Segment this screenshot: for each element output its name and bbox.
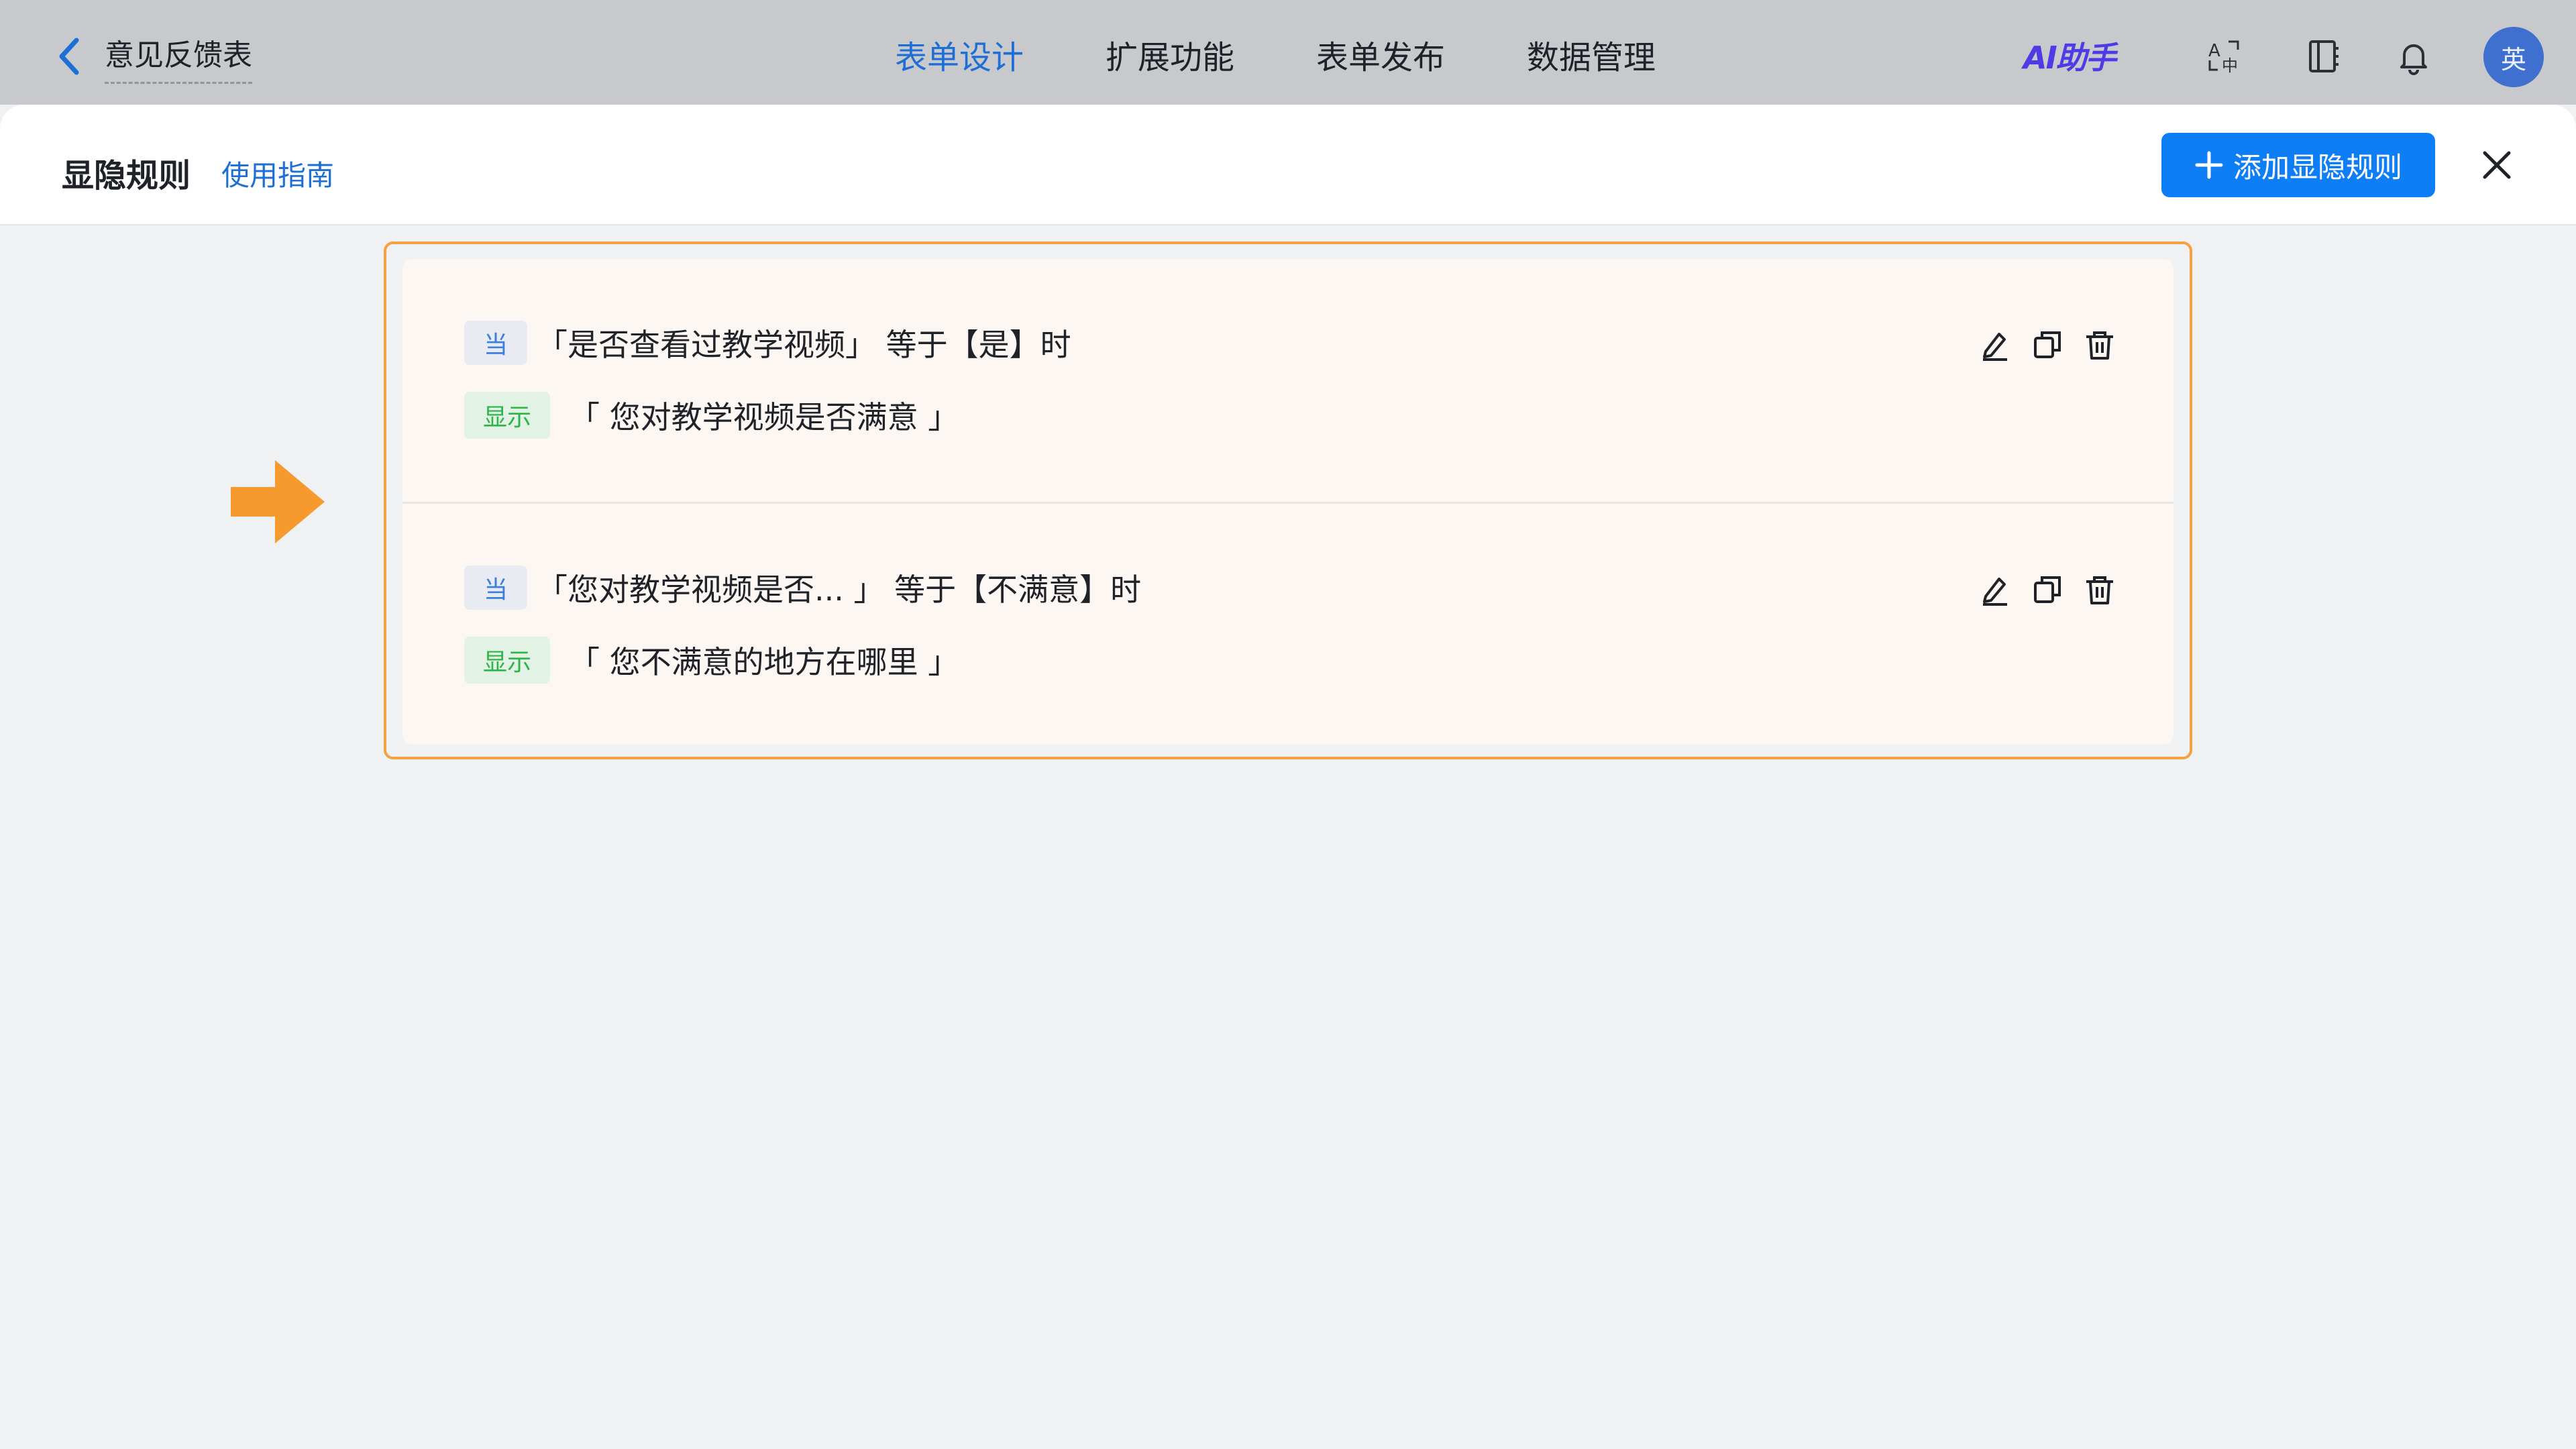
- rules-list: 当 「是否查看过教学视频」 等于【是】时 显示 「 您对教学视频是否满意 」 当…: [402, 259, 2174, 745]
- rule-item[interactable]: 当 「是否查看过教学视频」 等于【是】时 显示 「 您对教学视频是否满意 」: [402, 259, 2174, 502]
- svg-text:A: A: [2208, 41, 2220, 61]
- translate-button[interactable]: A 中: [2203, 35, 2246, 78]
- edit-icon: [1983, 578, 2007, 606]
- copy-rule-button[interactable]: [2029, 571, 2066, 608]
- when-tag: 当: [464, 321, 527, 365]
- user-avatar[interactable]: 英: [2483, 27, 2544, 87]
- add-rule-label: 添加显隐规则: [2233, 150, 2402, 184]
- delete-rule-button[interactable]: [2081, 571, 2118, 608]
- copy-icon: [2034, 576, 2061, 603]
- tab-form-design[interactable]: 表单设计: [895, 38, 1024, 78]
- rule-condition: 「是否查看过教学视频」 等于【是】时: [537, 327, 1071, 363]
- copy-rule-button[interactable]: [2029, 326, 2066, 364]
- rule-actions: [1976, 571, 2118, 608]
- copy-icon: [2034, 331, 2061, 358]
- show-tag: 显示: [464, 392, 550, 439]
- panel-title: 显隐规则: [62, 157, 191, 195]
- close-button[interactable]: [2477, 145, 2517, 185]
- trash-icon: [2086, 576, 2113, 604]
- visibility-rules-panel: 显隐规则 使用指南 添加显隐规则 当 「是否查看过教学视频」 等于【是】时 显示…: [0, 105, 2576, 1449]
- panel-header: 显隐规则 使用指南 添加显隐规则: [0, 105, 2576, 225]
- notification-button[interactable]: [2392, 35, 2435, 78]
- edit-icon: [1983, 333, 2007, 361]
- ai-assistant-button[interactable]: AI助手: [2023, 38, 2116, 78]
- plus-icon: [2195, 151, 2223, 179]
- rule-target: 「 您不满意的地方在哪里 」: [569, 644, 959, 680]
- tab-extensions[interactable]: 扩展功能: [1106, 38, 1234, 78]
- form-title[interactable]: 意见反馈表: [105, 31, 252, 84]
- show-tag: 显示: [464, 637, 550, 684]
- when-tag: 当: [464, 566, 527, 610]
- notebook-button[interactable]: [2301, 35, 2344, 78]
- bell-icon: [2400, 44, 2427, 75]
- rules-highlight-box: 当 「是否查看过教学视频」 等于【是】时 显示 「 您对教学视频是否满意 」 当…: [384, 241, 2192, 759]
- back-button[interactable]: [48, 32, 89, 80]
- top-bar: 意见反馈表 表单设计 扩展功能 表单发布 数据管理 AI助手 A 中 英: [0, 0, 2576, 105]
- tab-data-management[interactable]: 数据管理: [1527, 38, 1656, 78]
- edit-rule-button[interactable]: [1976, 571, 2014, 608]
- delete-rule-button[interactable]: [2081, 326, 2118, 364]
- edit-rule-button[interactable]: [1976, 326, 2014, 364]
- close-icon: [2483, 151, 2511, 179]
- rule-target: 「 您对教学视频是否满意 」: [569, 399, 959, 435]
- rule-condition: 「您对教学视频是否... 」 等于【不满意】时: [537, 572, 1142, 608]
- trash-icon: [2086, 331, 2113, 360]
- tab-form-publish[interactable]: 表单发布: [1316, 38, 1445, 78]
- add-rule-button[interactable]: 添加显隐规则: [2161, 133, 2435, 197]
- chevron-left-icon: [59, 38, 79, 75]
- rule-actions: [1976, 326, 2118, 364]
- notebook-icon: [2309, 40, 2339, 72]
- nav-tabs: 表单设计 扩展功能 表单发布 数据管理: [895, 38, 1656, 78]
- arrow-right-icon: [231, 460, 325, 543]
- translate-icon: A 中: [2208, 40, 2239, 75]
- usage-guide-link[interactable]: 使用指南: [221, 153, 334, 194]
- rule-item[interactable]: 当 「您对教学视频是否... 」 等于【不满意】时 显示 「 您不满意的地方在哪…: [402, 502, 2174, 745]
- svg-text:中: 中: [2222, 56, 2238, 75]
